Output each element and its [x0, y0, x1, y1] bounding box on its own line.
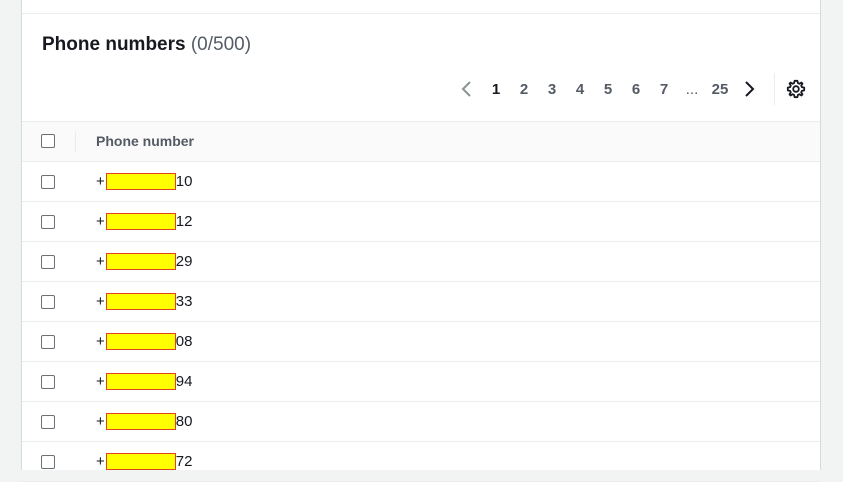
column-separator: [75, 131, 76, 152]
row-checkbox[interactable]: [41, 375, 55, 389]
panel-top-divider: [22, 0, 820, 14]
panel-title-text: Phone numbers: [42, 34, 186, 55]
phone-number-prefix: +: [96, 373, 105, 390]
row-checkbox[interactable]: [41, 335, 55, 349]
page-7-button[interactable]: 7: [650, 81, 678, 98]
phone-numbers-table: Phone number +10 +12 +29 +33 +08 +94 +80 +72: [22, 121, 820, 482]
pagination-prev-button[interactable]: [452, 72, 482, 106]
phone-number-suffix: 08: [175, 333, 193, 350]
table-row[interactable]: +10: [22, 162, 820, 202]
table-row[interactable]: +94: [22, 362, 820, 402]
table-row[interactable]: +12: [22, 202, 820, 242]
redaction-box: [105, 333, 176, 350]
phone-number-suffix: 72: [175, 453, 193, 470]
row-checkbox[interactable]: [41, 295, 55, 309]
chevron-right-icon: [745, 81, 755, 97]
phone-number-cell: +72: [96, 453, 192, 470]
phone-number-prefix: +: [96, 333, 105, 350]
panel-title: Phone numbers (0/500): [42, 34, 251, 56]
page-5-button[interactable]: 5: [594, 81, 622, 98]
phone-number-prefix: +: [96, 253, 105, 270]
phone-number-cell: +29: [96, 253, 192, 270]
phone-number-suffix: 94: [175, 373, 193, 390]
phone-number-prefix: +: [96, 413, 105, 430]
pagination-divider: [774, 73, 775, 105]
table-row[interactable]: +80: [22, 402, 820, 442]
table-header-row: Phone number: [22, 121, 820, 162]
page-2-button[interactable]: 2: [510, 81, 538, 98]
phone-number-cell: +94: [96, 373, 192, 390]
panel-count: (0/500): [190, 34, 252, 55]
table-row[interactable]: +72: [22, 442, 820, 482]
redaction-box: [105, 453, 176, 470]
redaction-box: [105, 213, 176, 230]
row-checkbox[interactable]: [41, 175, 55, 189]
column-header-phone-number[interactable]: Phone number: [96, 133, 194, 149]
phone-number-prefix: +: [96, 213, 105, 230]
gear-icon: [786, 79, 806, 99]
phone-number-suffix: 80: [175, 413, 193, 430]
row-checkbox[interactable]: [41, 415, 55, 429]
phone-number-cell: +33: [96, 293, 192, 310]
phone-number-suffix: 12: [175, 213, 193, 230]
page-6-button[interactable]: 6: [622, 81, 650, 98]
page-25-button[interactable]: 25: [706, 81, 734, 98]
select-all-checkbox[interactable]: [41, 134, 55, 148]
phone-number-cell: +12: [96, 213, 192, 230]
phone-number-suffix: 29: [175, 253, 193, 270]
pagination: 1 2 3 4 5 6 7 ... 25: [452, 72, 807, 106]
table-row[interactable]: +33: [22, 282, 820, 322]
phone-number-prefix: +: [96, 293, 105, 310]
phone-number-prefix: +: [96, 453, 105, 470]
pagination-next-button[interactable]: [734, 72, 764, 106]
redaction-box: [105, 413, 176, 430]
phone-number-cell: +08: [96, 333, 192, 350]
table-body: +10 +12 +29 +33 +08 +94 +80 +72: [22, 162, 820, 482]
row-checkbox[interactable]: [41, 455, 55, 469]
table-settings-button[interactable]: [785, 78, 807, 100]
phone-number-suffix: 33: [175, 293, 193, 310]
page-4-button[interactable]: 4: [566, 81, 594, 98]
redaction-box: [105, 253, 176, 270]
phone-number-cell: +10: [96, 173, 192, 190]
phone-number-cell: +80: [96, 413, 192, 430]
redaction-box: [105, 173, 176, 190]
page-3-button[interactable]: 3: [538, 81, 566, 98]
phone-number-suffix: 10: [175, 173, 193, 190]
chevron-left-icon: [461, 81, 471, 97]
table-row[interactable]: +08: [22, 322, 820, 362]
phone-number-prefix: +: [96, 173, 105, 190]
table-row[interactable]: +29: [22, 242, 820, 282]
row-checkbox[interactable]: [41, 215, 55, 229]
page-1-button[interactable]: 1: [482, 81, 510, 98]
row-checkbox[interactable]: [41, 255, 55, 269]
pagination-ellipsis: ...: [685, 80, 699, 98]
redaction-box: [105, 373, 176, 390]
redaction-box: [105, 293, 176, 310]
phone-numbers-panel: Phone numbers (0/500) 1 2 3 4 5 6 7 ... …: [21, 0, 821, 482]
